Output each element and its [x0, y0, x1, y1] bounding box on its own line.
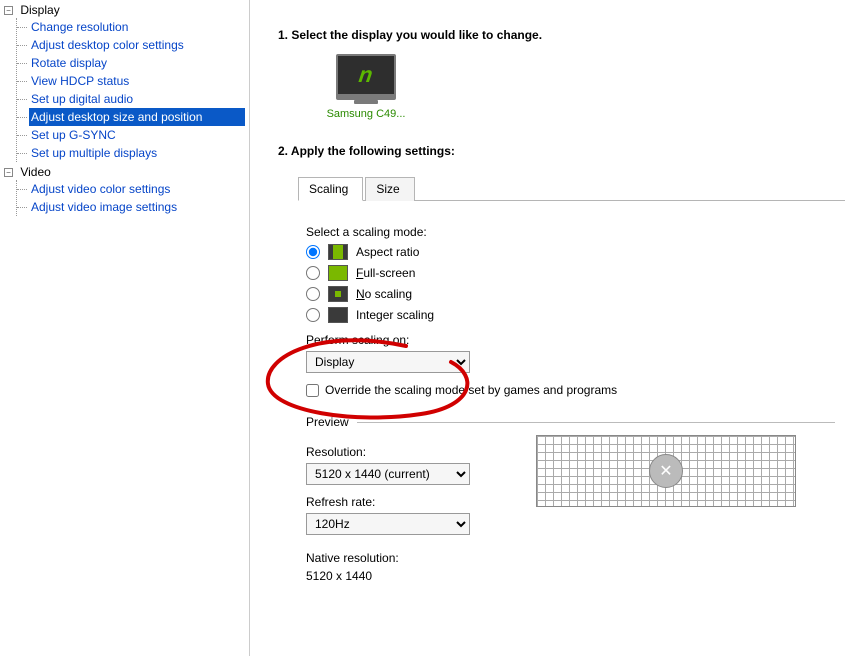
step1-header: 1. Select the display you would like to …	[278, 28, 845, 42]
perform-scaling-label: Perform scaling on:	[306, 333, 835, 347]
tab-scaling[interactable]: Scaling	[298, 177, 363, 201]
tree-item-desktop-size-position[interactable]: Adjust desktop size and position	[29, 108, 245, 126]
tree-item-video-image[interactable]: Adjust video image settings	[29, 198, 245, 216]
radio-full-screen[interactable]	[306, 266, 320, 280]
resolution-select[interactable]: 5120 x 1440 (current)	[306, 463, 470, 485]
tree-item-change-resolution[interactable]: Change resolution	[29, 18, 245, 36]
tree-item-color-settings[interactable]: Adjust desktop color settings	[29, 36, 245, 54]
override-label: Override the scaling mode set by games a…	[325, 383, 617, 397]
settings-tree: − Display Change resolution Adjust deskt…	[0, 0, 250, 656]
tab-bar: Scaling Size	[298, 176, 845, 201]
tree-collapse-icon[interactable]: −	[4, 168, 13, 177]
display-selector[interactable]: n Samsung C49...	[326, 54, 406, 120]
scaling-mode-label: Select a scaling mode:	[306, 225, 835, 239]
display-label: Samsung C49...	[326, 108, 406, 120]
resolution-label: Resolution:	[306, 445, 506, 459]
monitor-icon: n	[336, 54, 396, 100]
scaling-panel: Select a scaling mode: Aspect ratio Full…	[278, 201, 845, 593]
tree-root-video[interactable]: Video	[20, 165, 50, 179]
aspect-ratio-icon	[328, 244, 348, 260]
mode-label-noscale: No scaling	[356, 287, 412, 301]
integer-scaling-icon	[328, 307, 348, 323]
native-resolution-label: Native resolution:	[306, 551, 506, 565]
refresh-label: Refresh rate:	[306, 495, 506, 509]
perform-scaling-select[interactable]: Display	[306, 351, 470, 373]
mode-label-integer: Integer scaling	[356, 308, 434, 322]
tree-item-hdcp-status[interactable]: View HDCP status	[29, 72, 245, 90]
tree-collapse-icon[interactable]: −	[4, 6, 13, 15]
preview-circle-icon: ✕	[649, 454, 683, 488]
radio-aspect-ratio[interactable]	[306, 245, 320, 259]
mode-label-aspect: Aspect ratio	[356, 245, 419, 259]
tree-item-gsync[interactable]: Set up G-SYNC	[29, 126, 245, 144]
tree-root-display[interactable]: Display	[20, 3, 59, 17]
tree-item-multiple-displays[interactable]: Set up multiple displays	[29, 144, 245, 162]
preview-grid: ✕	[536, 435, 796, 507]
step2-header: 2. Apply the following settings:	[278, 144, 845, 158]
override-checkbox[interactable]	[306, 384, 319, 397]
tab-size[interactable]: Size	[365, 177, 414, 201]
tree-item-video-color[interactable]: Adjust video color settings	[29, 180, 245, 198]
preview-label: Preview	[306, 415, 349, 429]
native-resolution-value: 5120 x 1440	[306, 569, 506, 583]
full-screen-icon	[328, 265, 348, 281]
main-panel: 1. Select the display you would like to …	[250, 0, 855, 656]
refresh-select[interactable]: 120Hz	[306, 513, 470, 535]
mode-label-full: Full-screen	[356, 266, 415, 280]
tree-item-rotate-display[interactable]: Rotate display	[29, 54, 245, 72]
annotation-circle	[256, 336, 496, 426]
radio-no-scaling[interactable]	[306, 287, 320, 301]
no-scaling-icon	[328, 286, 348, 302]
radio-integer-scaling[interactable]	[306, 308, 320, 322]
tree-item-digital-audio[interactable]: Set up digital audio	[29, 90, 245, 108]
